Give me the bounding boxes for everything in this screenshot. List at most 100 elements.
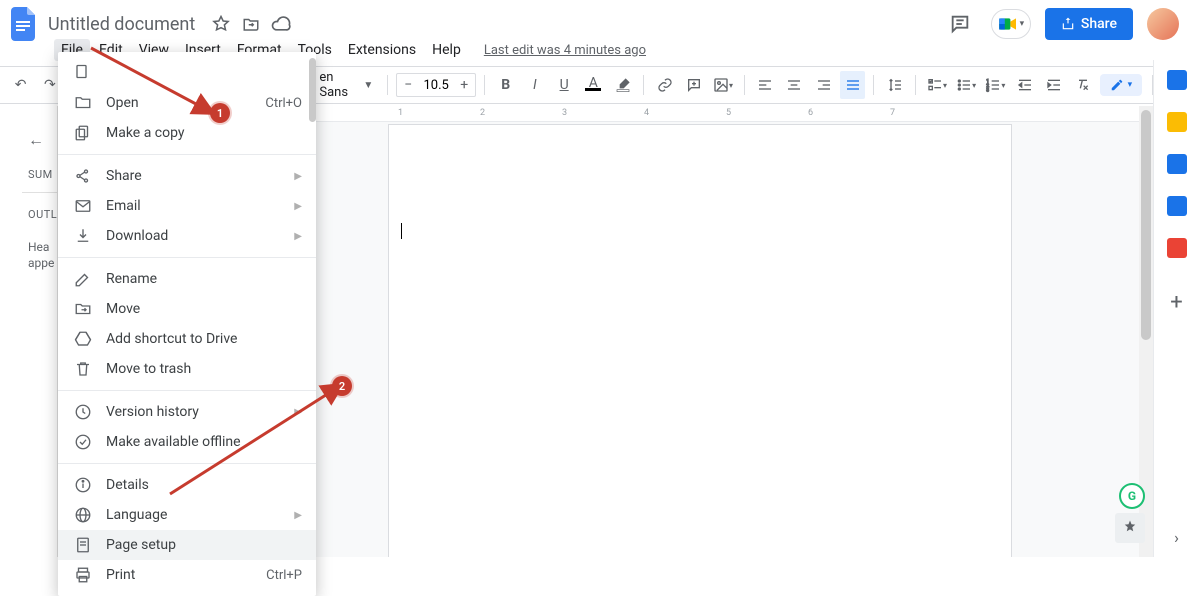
checklist-button[interactable]: ▾ <box>924 71 949 99</box>
clear-formatting-button[interactable] <box>1070 71 1095 99</box>
star-icon[interactable] <box>211 14 231 34</box>
increase-indent-button[interactable] <box>1041 71 1066 99</box>
menu-item-label: Email <box>106 198 280 214</box>
keep-icon[interactable] <box>1167 112 1187 132</box>
menu-item-label: Language <box>106 507 280 523</box>
decrease-font-button[interactable]: − <box>397 77 419 93</box>
bulleted-list-button[interactable]: ▾ <box>954 71 979 99</box>
print-icon <box>74 566 92 584</box>
file-menu-move[interactable]: Move <box>58 294 316 324</box>
globe-icon <box>74 506 92 524</box>
ruler-mark: 7 <box>890 108 895 118</box>
scrollbar-thumb[interactable] <box>1141 110 1151 340</box>
submenu-arrow-icon: ▶ <box>294 201 302 212</box>
submenu-arrow-icon: ▶ <box>294 407 302 418</box>
rename-icon <box>74 270 92 288</box>
share-icon <box>74 167 92 185</box>
file-menu-move-to-trash[interactable]: Move to trash <box>58 354 316 384</box>
align-center-button[interactable] <box>782 71 807 99</box>
drive-icon <box>74 330 92 348</box>
move-to-folder-icon[interactable] <box>241 14 261 34</box>
numbered-list-button[interactable]: 123▾ <box>983 71 1008 99</box>
contacts-icon[interactable] <box>1167 196 1187 216</box>
highlight-color-button[interactable] <box>610 71 635 99</box>
file-menu-page-setup[interactable]: Page setup <box>58 530 316 560</box>
undo-button[interactable]: ↶ <box>8 71 33 99</box>
bold-button[interactable]: B <box>493 71 518 99</box>
align-justify-button[interactable] <box>840 71 865 99</box>
text-color-button[interactable]: A <box>581 71 606 99</box>
last-edit-link[interactable]: Last edit was 4 minutes ago <box>484 43 646 58</box>
docs-logo[interactable] <box>6 6 42 42</box>
file-menu-details[interactable]: Details <box>58 470 316 500</box>
file-menu-version-history[interactable]: Version history▶ <box>58 397 316 427</box>
menu-item-label: Download <box>106 228 280 244</box>
menu-item-label: Make a copy <box>106 125 302 141</box>
ruler-mark: 6 <box>808 108 813 118</box>
file-menu-language[interactable]: Language ▶ <box>58 500 316 530</box>
maps-icon[interactable] <box>1167 238 1187 258</box>
summary-heading: SUM <box>28 168 53 181</box>
account-avatar[interactable] <box>1147 8 1179 40</box>
document-title[interactable]: Untitled document <box>42 12 201 37</box>
ruler-mark: 3 <box>562 108 567 118</box>
file-menu-print[interactable]: PrintCtrl+P <box>58 560 316 590</box>
file-menu-make-available-offline[interactable]: Make available offline <box>58 427 316 457</box>
file-menu-new[interactable] <box>58 58 316 88</box>
page-icon <box>74 536 92 554</box>
document-page[interactable] <box>388 124 1012 557</box>
annotation-badge-1: 1 <box>210 103 230 123</box>
file-menu-open[interactable]: OpenCtrl+O <box>58 88 316 118</box>
font-size-value[interactable]: 10.5 <box>419 78 453 93</box>
outline-back-button[interactable]: ← <box>28 130 44 150</box>
underline-button[interactable]: U <box>552 71 577 99</box>
meet-button[interactable]: ▾ <box>991 9 1031 39</box>
text-cursor <box>401 223 402 239</box>
font-family-label: en Sans <box>319 70 359 100</box>
hide-side-panel-button[interactable]: › <box>1174 528 1179 547</box>
submenu-arrow-icon: ▶ <box>294 510 302 521</box>
file-menu-dropdown: OpenCtrl+OMake a copyShare▶Email▶Downloa… <box>58 52 316 596</box>
move-icon <box>74 300 92 318</box>
italic-button[interactable]: I <box>522 71 547 99</box>
get-addons-button[interactable]: + <box>1170 290 1182 315</box>
copy-icon <box>74 124 92 142</box>
align-left-button[interactable] <box>753 71 778 99</box>
menu-item-label: Make available offline <box>106 434 302 450</box>
comment-history-button[interactable] <box>943 7 977 41</box>
editing-mode-button[interactable]: ▾ <box>1100 74 1143 96</box>
menu-item-label: Details <box>106 477 302 493</box>
menu-separator <box>58 154 316 155</box>
insert-image-button[interactable]: ▾ <box>710 71 735 99</box>
menu-item-label: Rename <box>106 271 302 287</box>
tasks-icon[interactable] <box>1167 154 1187 174</box>
file-menu-share[interactable]: Share▶ <box>58 161 316 191</box>
ruler-mark: 4 <box>644 108 649 118</box>
file-menu-rename[interactable]: Rename <box>58 264 316 294</box>
increase-font-button[interactable]: + <box>453 77 475 93</box>
file-menu-download[interactable]: Download▶ <box>58 221 316 251</box>
decrease-indent-button[interactable] <box>1012 71 1037 99</box>
menu-help[interactable]: Help <box>425 39 468 61</box>
share-button[interactable]: Share <box>1045 8 1133 40</box>
menu-item-label: Share <box>106 168 280 184</box>
menu-scrollbar-thumb[interactable] <box>309 58 316 122</box>
font-family-select[interactable]: en Sans▼ <box>313 70 379 100</box>
file-menu-email[interactable]: Email ▶ <box>58 191 316 221</box>
insert-link-button[interactable] <box>652 71 677 99</box>
file-menu-make-a-copy[interactable]: Make a copy <box>58 118 316 148</box>
insert-comment-button[interactable] <box>681 71 706 99</box>
outline-empty-message: Hea appe <box>28 240 54 271</box>
info-icon <box>74 476 92 494</box>
outline-divider <box>22 192 58 193</box>
grammarly-button[interactable]: G <box>1119 483 1145 509</box>
menu-extensions[interactable]: Extensions <box>341 39 423 61</box>
calendar-icon[interactable] <box>1167 70 1187 90</box>
align-right-button[interactable] <box>811 71 836 99</box>
cloud-status-icon[interactable] <box>271 14 291 34</box>
ruler-mark: 1 <box>398 108 403 118</box>
line-spacing-button[interactable] <box>882 71 907 99</box>
explore-button[interactable] <box>1115 513 1145 543</box>
file-menu-add-shortcut-to-drive[interactable]: Add shortcut to Drive <box>58 324 316 354</box>
font-size-control[interactable]: − 10.5 + <box>396 73 476 97</box>
